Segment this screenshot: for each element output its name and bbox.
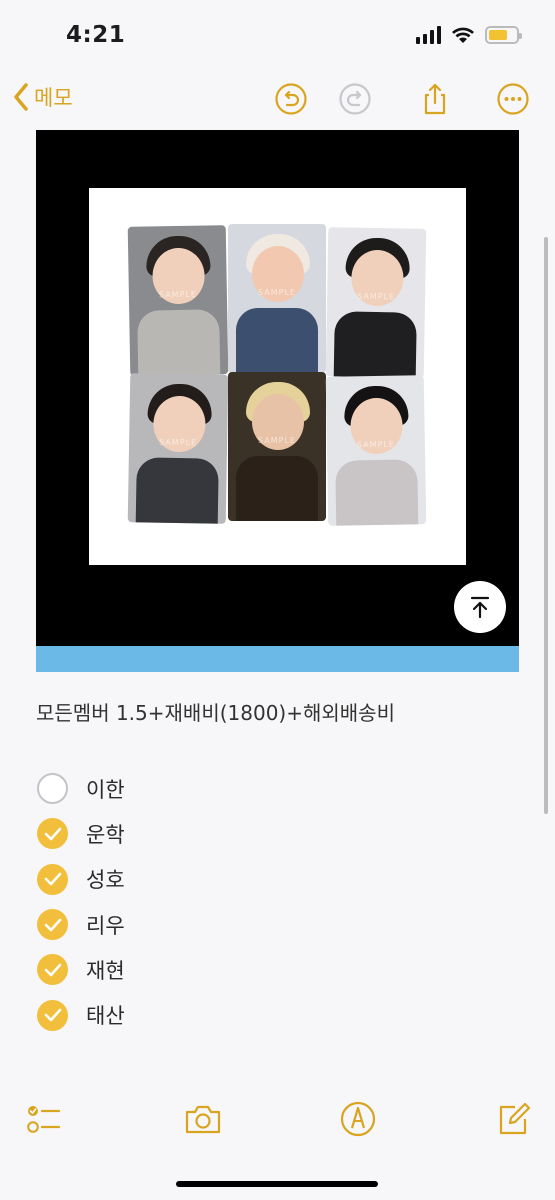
status-time: 4:21 xyxy=(66,22,126,48)
photocard: SAMPLE xyxy=(325,375,427,526)
watermark-text: SAMPLE xyxy=(258,436,296,445)
checklist-item[interactable]: 운학 xyxy=(37,811,125,856)
checklist-item[interactable]: 성호 xyxy=(37,857,125,902)
watermark-text: SAMPLE xyxy=(356,439,395,450)
watermark-text: SAMPLE xyxy=(158,289,197,300)
checklist-item-label[interactable]: 재현 xyxy=(86,955,125,985)
checklist-item-label[interactable]: 성호 xyxy=(86,864,125,894)
nav-bar: 메모 xyxy=(0,78,555,122)
share-button[interactable] xyxy=(418,82,452,116)
markup-pen-icon xyxy=(340,1101,376,1137)
checklist-item[interactable]: 재현 xyxy=(37,947,125,992)
checkmark-circle-icon[interactable] xyxy=(37,863,68,895)
checklist-item-label[interactable]: 태산 xyxy=(86,1000,125,1030)
photocard: SAMPLE xyxy=(127,373,229,524)
photocard: SAMPLE xyxy=(325,227,427,378)
markup-button[interactable] xyxy=(337,1098,379,1140)
checklist-item[interactable]: 이한 xyxy=(37,766,125,811)
status-bar: 4:21 xyxy=(0,0,555,70)
bottom-toolbar xyxy=(0,1098,555,1148)
unchecked-circle-icon[interactable] xyxy=(37,773,68,805)
photocard: SAMPLE xyxy=(228,372,326,521)
compose-button[interactable] xyxy=(493,1098,535,1140)
checklist-item-label[interactable]: 운학 xyxy=(86,819,125,849)
image-bottom-strip xyxy=(36,646,519,672)
back-button[interactable]: 메모 xyxy=(12,82,73,112)
checklist-item-label[interactable]: 리우 xyxy=(86,910,125,940)
note-text[interactable]: 모든멤버 1.5+재배비(1800)+해외배송비 xyxy=(36,697,395,726)
scrollbar[interactable] xyxy=(544,237,548,814)
home-indicator[interactable] xyxy=(176,1181,378,1187)
photocard-grid: SAMPLE SAMPLE SAMPLE SAMPLE SAMPLE SAMPL… xyxy=(127,224,427,526)
photo-paper: SAMPLE SAMPLE SAMPLE SAMPLE SAMPLE SAMPL… xyxy=(89,188,466,565)
status-icons xyxy=(416,26,522,44)
camera-icon xyxy=(185,1105,221,1134)
more-button[interactable] xyxy=(496,82,530,116)
checkmark-circle-icon[interactable] xyxy=(37,999,68,1031)
checklist-item[interactable]: 리우 xyxy=(37,902,125,947)
cellular-signal-icon xyxy=(416,26,441,44)
undo-icon xyxy=(275,83,307,115)
more-icon xyxy=(497,83,529,115)
battery-icon xyxy=(485,26,522,44)
photocard: SAMPLE xyxy=(127,225,229,376)
checkmark-circle-icon[interactable] xyxy=(37,909,68,941)
checkmark-circle-icon[interactable] xyxy=(37,818,68,850)
checkmark-circle-icon[interactable] xyxy=(37,954,68,986)
checklist-item-label[interactable]: 이한 xyxy=(86,774,125,804)
redo-icon xyxy=(339,83,371,115)
watermark-text: SAMPLE xyxy=(357,291,396,302)
checklist-icon xyxy=(27,1106,61,1133)
share-icon xyxy=(424,83,446,115)
redo-button[interactable] xyxy=(338,82,372,116)
compose-icon xyxy=(499,1102,531,1135)
checklist-button[interactable] xyxy=(22,1098,64,1140)
scroll-to-top-button[interactable] xyxy=(454,581,506,633)
arrow-up-to-line-icon xyxy=(470,596,490,619)
watermark-text: SAMPLE xyxy=(159,437,198,448)
photocard: SAMPLE xyxy=(228,224,326,373)
back-label: 메모 xyxy=(34,86,73,110)
chevron-left-icon xyxy=(14,83,28,111)
checklist: 이한 운학 성호 리우 재현 태산 xyxy=(37,766,125,1038)
attached-photo[interactable]: SAMPLE SAMPLE SAMPLE SAMPLE SAMPLE SAMPL… xyxy=(36,130,519,646)
watermark-text: SAMPLE xyxy=(258,288,296,297)
checklist-item[interactable]: 태산 xyxy=(37,992,125,1037)
camera-button[interactable] xyxy=(182,1098,224,1140)
undo-button[interactable] xyxy=(274,82,308,116)
wifi-icon xyxy=(452,27,474,43)
